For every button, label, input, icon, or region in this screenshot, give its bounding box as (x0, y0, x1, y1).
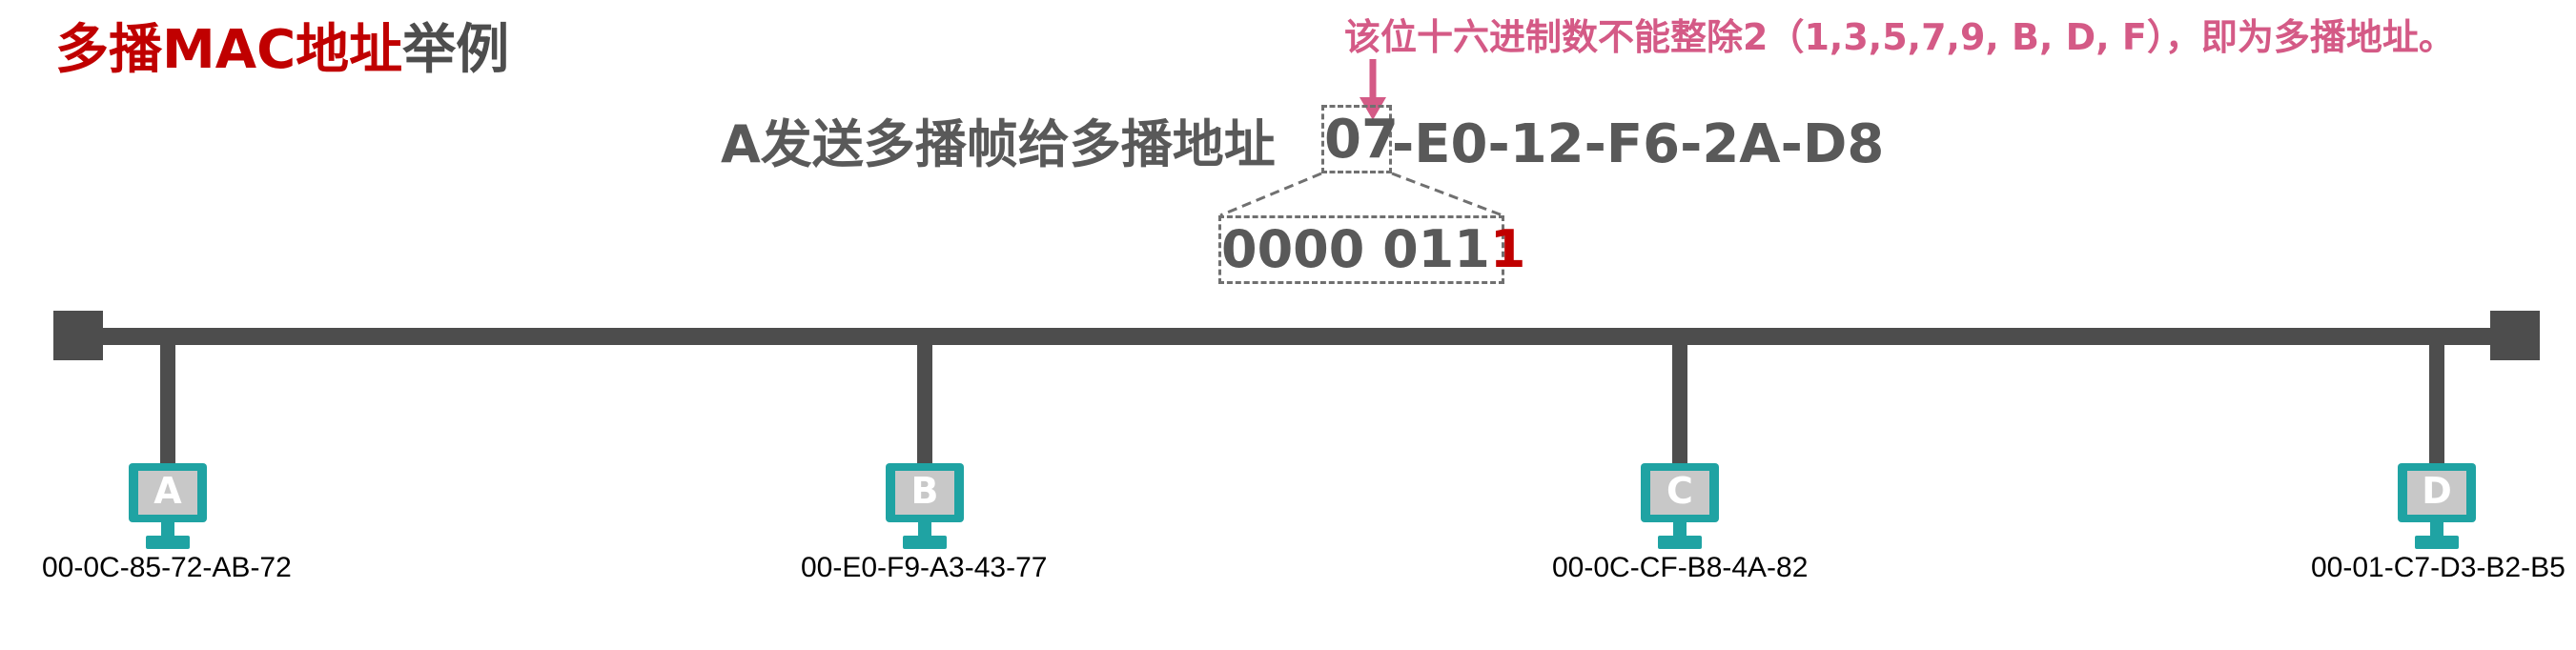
host-letter: D (2422, 470, 2452, 512)
binary-expansion: 0000 0111 (1218, 215, 1525, 284)
host-letter: A (153, 470, 182, 512)
page-title: 多播MAC地址举例 (55, 10, 509, 91)
multicast-rule-note: 该位十六进制数不能整除2（1,3,5,7,9, B, D, F），即为多播地址。 (1344, 16, 2455, 58)
binary-lsb: 1 (1489, 219, 1526, 279)
bus-line (95, 328, 2498, 345)
send-description: A发送多播帧给多播地址 (721, 114, 1276, 174)
bus-terminator-right (2490, 311, 2540, 360)
host-letter: C (1666, 470, 1693, 512)
mac-first-byte: 07 (1321, 105, 1399, 173)
binary-prefix: 0000 011 (1221, 219, 1490, 279)
host-a: A (125, 461, 211, 553)
host-letter: B (910, 470, 939, 512)
ethernet-bus (53, 311, 2540, 484)
title-rest: 举例 (402, 19, 510, 81)
expansion-connector (1219, 172, 1503, 217)
host-mac-label: 00-01-C7-D3-B2-B5 (2311, 552, 2566, 583)
host-c: C (1637, 461, 1723, 553)
host-b: B (882, 461, 968, 553)
host-mac-label: 00-0C-CF-B8-4A-82 (1552, 552, 1809, 583)
host-mac-label: 00-E0-F9-A3-43-77 (801, 552, 1048, 583)
host-d: D (2394, 461, 2480, 553)
title-highlight: 多播MAC地址 (55, 19, 403, 81)
host-mac-label: 00-0C-85-72-AB-72 (42, 552, 292, 583)
